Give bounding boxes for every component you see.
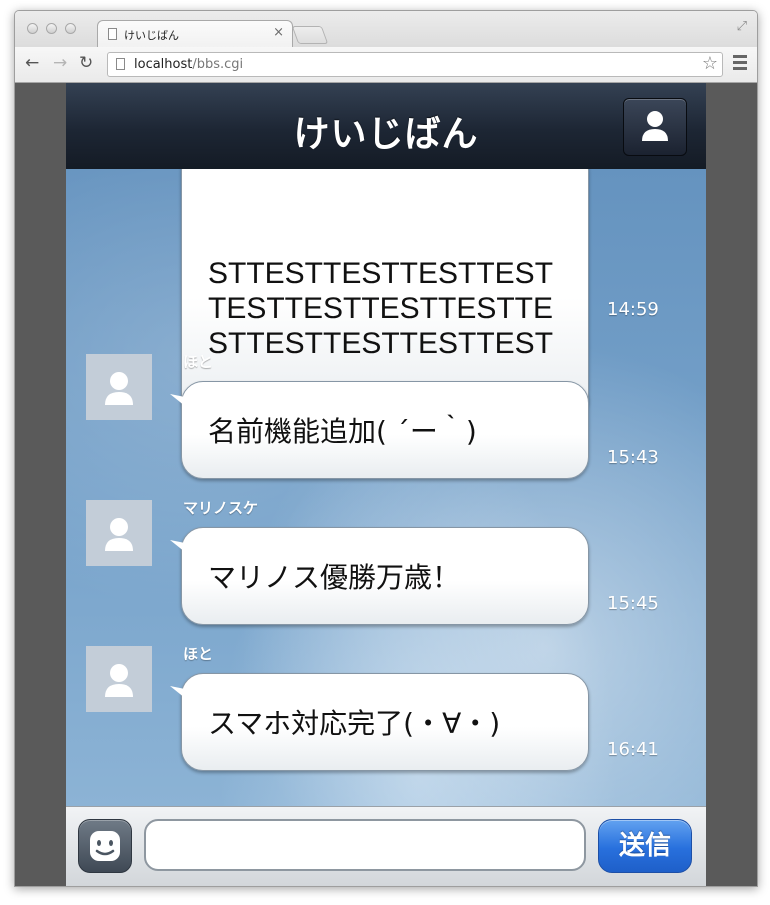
message-bubble: 名前機能追加( ´ー｀)	[170, 381, 589, 479]
avatar[interactable]	[86, 500, 152, 566]
bookmark-star-icon[interactable]: ☆	[702, 53, 718, 74]
page-title: けいじばん	[293, 114, 479, 155]
message-time: 16:41	[607, 739, 659, 760]
tab-title: けいじばん	[124, 29, 179, 42]
message-text: 名前機能追加( ´ー｀)	[208, 415, 477, 448]
reload-button[interactable]: ↻	[79, 53, 93, 73]
fullscreen-icon[interactable]: ⤢	[737, 19, 747, 34]
avatar[interactable]	[86, 646, 152, 712]
forward-button[interactable]: →	[53, 53, 67, 73]
smiley-icon	[90, 831, 120, 861]
emoji-button[interactable]	[78, 819, 132, 873]
avatar[interactable]	[86, 354, 152, 420]
message-text: スマホ対応完了(・∀・)	[208, 707, 501, 740]
bubble-tail	[170, 540, 190, 556]
composer-bar: 送信	[66, 806, 706, 886]
zoom-window-button[interactable]	[65, 23, 76, 34]
send-button[interactable]: 送信	[598, 819, 692, 873]
page-icon	[108, 28, 117, 40]
message-time: 15:45	[607, 593, 659, 614]
user-icon	[105, 372, 133, 405]
back-button[interactable]: ←	[25, 53, 39, 73]
message-bubble: スマホ対応完了(・∀・)	[170, 673, 589, 771]
sender-name: ほと	[183, 353, 214, 371]
user-icon	[642, 111, 668, 141]
message-bubble: マリノス優勝万歳！	[170, 527, 589, 625]
minimize-window-button[interactable]	[46, 23, 57, 34]
address-bar[interactable]: localhost/bbs.cgi ☆	[107, 52, 723, 77]
sender-name: マリノスケ	[183, 499, 259, 517]
url-host: localhost	[134, 57, 193, 72]
tab-strip: けいじばん × ⤢	[15, 11, 757, 48]
app-header: けいじばん	[66, 83, 706, 170]
close-window-button[interactable]	[27, 23, 38, 34]
url-path: /bbs.cgi	[192, 57, 244, 72]
browser-toolbar: ← → ↻ localhost/bbs.cgi ☆	[15, 47, 757, 83]
url-text[interactable]: localhost/bbs.cgi	[134, 57, 243, 72]
message-text: STTESTTESTTESTTEST TESTTESTTESTTESTTE ST…	[208, 257, 554, 360]
chat-app: けいじばん STTESTTESTTESTTEST TESTTESTTESTTES…	[66, 83, 706, 886]
user-icon	[105, 664, 133, 697]
tab-close-icon[interactable]: ×	[273, 25, 284, 40]
user-icon	[105, 518, 133, 551]
message-time: 14:59	[607, 299, 659, 320]
profile-button[interactable]	[623, 98, 687, 156]
sender-name: ほと	[183, 645, 214, 663]
message-text: マリノス優勝万歳！	[208, 561, 461, 594]
new-tab-button[interactable]	[291, 26, 329, 44]
browser-tab[interactable]: けいじばん ×	[97, 20, 293, 48]
browser-window: けいじばん × ⤢ ← → ↻ localhost/bbs.cgi ☆ けいじば…	[14, 10, 758, 887]
page-viewport: けいじばん STTESTTESTTESTTEST TESTTESTTESTTES…	[15, 83, 757, 886]
page-icon	[116, 58, 125, 70]
message-time: 15:43	[607, 447, 659, 468]
menu-icon[interactable]	[733, 55, 747, 73]
bubble-tail	[170, 394, 190, 410]
message-input[interactable]	[144, 819, 586, 871]
bubble-tail	[170, 686, 190, 702]
message-list[interactable]: STTESTTESTTESTTEST TESTTESTTESTTESTTE ST…	[66, 169, 706, 806]
